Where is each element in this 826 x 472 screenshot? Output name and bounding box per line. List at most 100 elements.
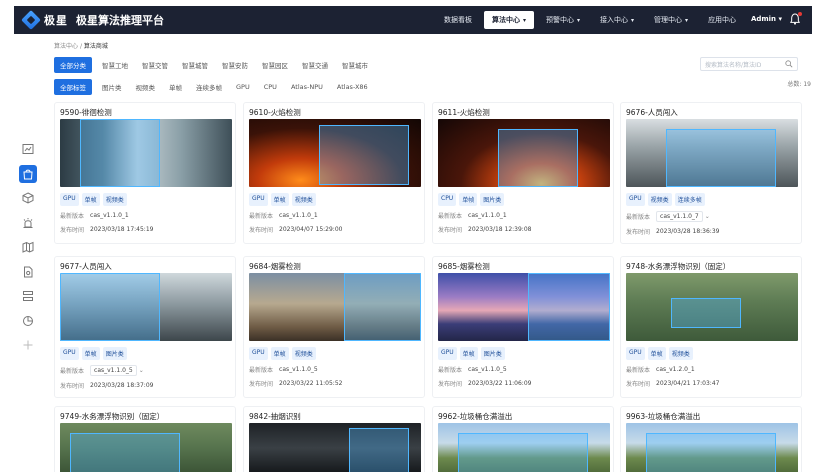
chevron-down-icon: ▾ (523, 16, 527, 24)
tag-chip[interactable]: Atlas-X86 (333, 80, 372, 94)
version-select[interactable]: cas_v1.1.0_5 (90, 365, 137, 376)
nav-item[interactable]: 算法中心 ▾ (484, 11, 535, 29)
nav-item[interactable]: 接入中心 ▾ (592, 11, 642, 29)
category-chip[interactable]: 智慧园区 (258, 57, 292, 73)
card-title[interactable]: 9590-徘徊检测 (55, 103, 235, 119)
card-title[interactable]: 9677-人员闯入 (55, 257, 235, 273)
algorithm-preview-image[interactable] (438, 423, 610, 472)
algorithm-card[interactable]: 9590-徘徊检测 GPU 单帧 视频类 最新版本 cas_v1.1.0_1 发布时间 202… (54, 102, 236, 244)
tag-chip[interactable]: GPU (232, 80, 254, 94)
logo-icon (21, 10, 41, 30)
algorithm-card[interactable]: 9684-烟雾检测 GPU 单帧 视频类 最新版本 cas_v1.1.0_5 发布时间 202… (243, 256, 425, 398)
algorithm-preview-image[interactable] (438, 273, 610, 341)
tag-badge: 图片类 (480, 347, 505, 360)
map-icon[interactable] (19, 238, 37, 256)
category-chip[interactable]: 智慧工地 (98, 57, 132, 73)
dashboard-icon[interactable] (19, 140, 37, 158)
left-sidebar (14, 140, 42, 361)
algorithm-card[interactable]: 9748-水务漂浮物识别（固定） GPU 单帧 视频类 最新版本 cas_v1.2.0_1… (620, 256, 802, 398)
tag-badge: 单帧 (81, 347, 100, 360)
algorithm-card[interactable]: 9611-火焰检测 CPU 单帧 图片类 最新版本 cas_v1.1.0_1 发布时间 202… (432, 102, 614, 244)
chevron-down-icon: ▾ (631, 16, 635, 24)
category-chip[interactable]: 智慧安防 (218, 57, 252, 73)
card-tags: GPU 单帧 图片类 (433, 341, 613, 360)
chart-icon[interactable] (19, 312, 37, 330)
card-title[interactable]: 9685-烟雾检测 (433, 257, 613, 273)
server-icon[interactable] (19, 287, 37, 305)
algorithm-preview-image[interactable] (626, 119, 798, 187)
publish-date: 2023/03/28 18:36:39 (656, 228, 720, 235)
algorithm-card[interactable]: 9842-抽烟识别 (243, 406, 425, 472)
algorithm-preview-image[interactable] (626, 423, 798, 472)
nav-item[interactable]: 预警中心 ▾ (538, 11, 588, 29)
card-tags: GPU 单帧 视频类 (55, 187, 235, 206)
tag-chip[interactable]: 连续多帧 (192, 79, 226, 95)
add-icon[interactable] (19, 336, 37, 354)
category-chip[interactable]: 智慧城市 (338, 57, 372, 73)
card-title[interactable]: 9963-垃圾桶仓满溢出 (621, 407, 801, 423)
tag-chip[interactable]: Atlas-NPU (287, 80, 327, 94)
tag-badge: 视频类 (647, 193, 672, 206)
card-title[interactable]: 9684-烟雾检测 (244, 257, 424, 273)
detection-box (498, 129, 578, 187)
nav-item[interactable]: 管理中心 ▾ (646, 11, 696, 29)
algorithm-preview-image[interactable] (626, 273, 798, 341)
algorithm-card[interactable]: 9749-水务漂浮物识别（固定） (54, 406, 236, 472)
algorithm-mall-icon[interactable] (19, 164, 37, 183)
algorithm-card[interactable]: 9963-垃圾桶仓满溢出 (620, 406, 802, 472)
logo-text: 极星 (44, 14, 68, 27)
search-icon[interactable] (785, 60, 793, 68)
algorithm-card[interactable]: 9677-人员闯入 GPU 单帧 图片类 最新版本 cas_v1.1.0_5 ⌄ 发布时间 20… (54, 256, 236, 398)
nav-item[interactable]: 数据看板 (436, 11, 480, 29)
version-value: cas_v1.1.0_1 (468, 212, 507, 219)
card-title[interactable]: 9749-水务漂浮物识别（固定） (55, 407, 235, 423)
tag-chip[interactable]: 单帧 (165, 79, 186, 95)
tag-badge: GPU (60, 347, 79, 360)
version-value: cas_v1.1.0_1 (90, 212, 129, 219)
card-title[interactable]: 9842-抽烟识别 (244, 407, 424, 423)
user-menu[interactable]: Admin ▾ (751, 15, 782, 23)
tag-badge: 视频类 (291, 347, 316, 360)
algorithm-preview-image[interactable] (249, 273, 421, 341)
alarm-icon[interactable] (19, 214, 37, 232)
algorithm-preview-image[interactable] (249, 119, 421, 187)
publish-row: 发布时间 2023/03/22 11:05:52 (249, 380, 343, 388)
tag-chip[interactable]: 视频类 (132, 79, 160, 95)
version-row: 最新版本 cas_v1.1.0_5 (438, 366, 507, 374)
category-chip[interactable]: 智慧交管 (138, 57, 172, 73)
category-chip[interactable]: 智慧交通 (298, 57, 332, 73)
algorithm-preview-image[interactable] (60, 423, 232, 472)
version-select[interactable]: cas_v1.1.0_7 (656, 211, 703, 222)
algorithm-card[interactable]: 9610-火焰检测 GPU 单帧 视频类 最新版本 cas_v1.1.0_1 发布时间 202… (243, 102, 425, 244)
algorithm-preview-image[interactable] (249, 423, 421, 472)
card-title[interactable]: 9962-垃圾桶仓满溢出 (433, 407, 613, 423)
algorithm-card[interactable]: 9685-烟雾检测 GPU 单帧 图片类 最新版本 cas_v1.1.0_5 发布时间 202… (432, 256, 614, 398)
version-row: 最新版本 cas_v1.1.0_1 (249, 212, 318, 220)
algorithm-card[interactable]: 9962-垃圾桶仓满溢出 (432, 406, 614, 472)
card-title[interactable]: 9748-水务漂浮物识别（固定） (621, 257, 801, 273)
search-input[interactable]: 搜索算法名称/算法ID (700, 57, 798, 71)
logo[interactable]: 极星 极星算法推理平台 (21, 10, 164, 30)
tag-chip[interactable]: 图片类 (98, 79, 126, 95)
nav-item[interactable]: 应用中心 (700, 11, 744, 29)
breadcrumb-parent[interactable]: 算法中心 (54, 43, 78, 50)
tag-filter: 全部标签 图片类 视频类 单帧 连续多帧 GPU CPU Atlas-NPU Atlas-X86 (54, 79, 372, 95)
tag-chip[interactable]: CPU (260, 80, 281, 94)
algorithm-preview-image[interactable] (60, 119, 232, 187)
category-chip[interactable]: 全部分类 (54, 57, 92, 73)
tag-badge: 单帧 (459, 347, 478, 360)
card-title[interactable]: 9676-人员闯入 (621, 103, 801, 119)
card-title[interactable]: 9610-火焰检测 (244, 103, 424, 119)
model-icon[interactable] (19, 189, 37, 207)
tag-chip[interactable]: 全部标签 (54, 79, 92, 95)
category-chip[interactable]: 智慧城管 (178, 57, 212, 73)
tag-badge: 图片类 (102, 347, 127, 360)
breadcrumb-current: 算法商城 (83, 43, 108, 50)
publish-row: 发布时间 2023/04/21 17:03:47 (626, 380, 720, 388)
card-title[interactable]: 9611-火焰检测 (433, 103, 613, 119)
file-icon[interactable] (19, 263, 37, 281)
total-count: 总数: 19 (787, 81, 811, 88)
algorithm-card[interactable]: 9676-人员闯入 GPU 视频类 连续多帧 最新版本 cas_v1.1.0_7 ⌄ 发布时间… (620, 102, 802, 244)
algorithm-preview-image[interactable] (60, 273, 232, 341)
algorithm-preview-image[interactable] (438, 119, 610, 187)
